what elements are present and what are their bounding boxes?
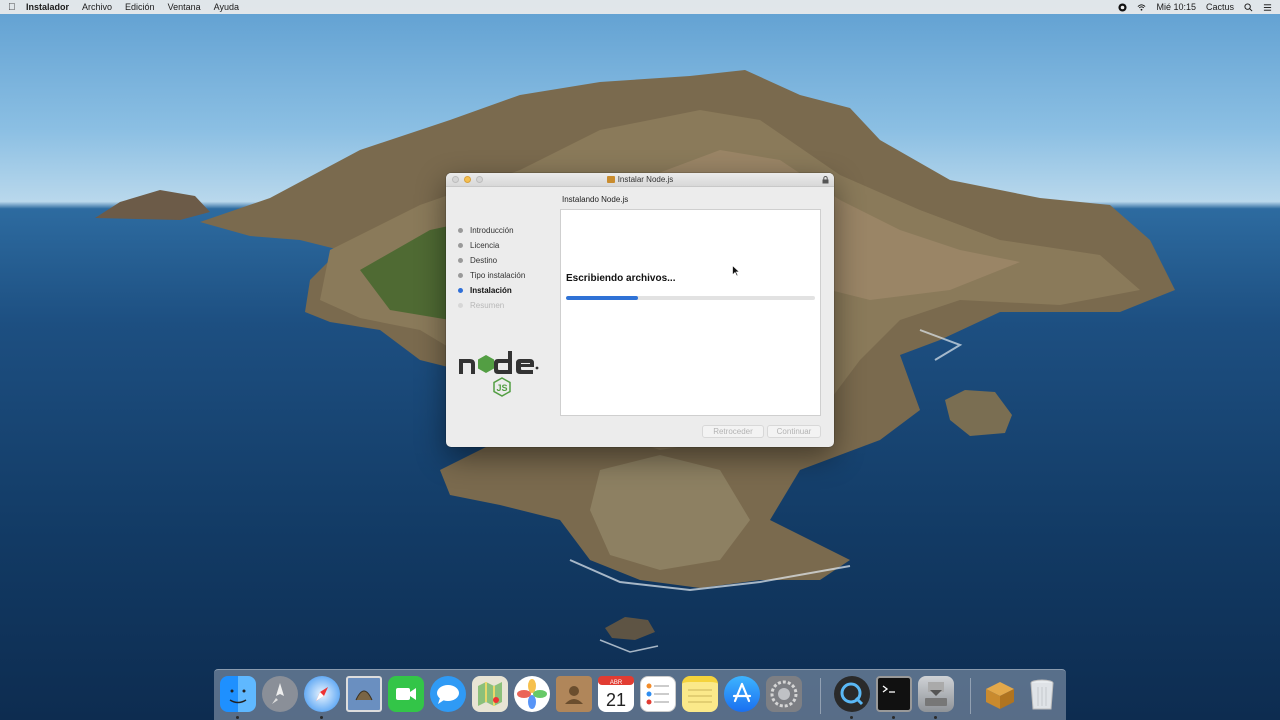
app-store-icon[interactable] — [724, 676, 760, 712]
running-indicator — [892, 716, 895, 719]
step-label: Resumen — [470, 301, 505, 310]
finder-icon[interactable] — [220, 676, 256, 712]
menu-ventana[interactable]: Ventana — [168, 2, 201, 12]
window-title: Instalar Node.js — [617, 175, 674, 184]
step-label: Licencia — [470, 241, 500, 250]
step-bullet-icon — [458, 243, 463, 248]
step-bullet-icon — [458, 258, 463, 263]
running-indicator — [320, 716, 323, 719]
mouse-pointer-icon — [732, 265, 740, 277]
steps-sidebar: Introducción Licencia Destino Tipo insta… — [458, 223, 525, 313]
step-bullet-icon — [458, 228, 463, 233]
step-bullet-icon — [458, 303, 463, 308]
menu-archivo[interactable]: Archivo — [82, 2, 112, 12]
install-progress-bar — [566, 296, 815, 300]
window-titlebar[interactable]: Instalar Node.js — [446, 173, 834, 187]
install-progress-fill — [566, 296, 639, 300]
contacts-icon[interactable] — [556, 676, 592, 712]
dock-separator — [970, 678, 971, 714]
minimize-button[interactable] — [464, 176, 471, 183]
facetime-icon[interactable] — [388, 676, 424, 712]
maximize-button[interactable] — [476, 176, 483, 183]
install-status-text: Escribiendo archivos... — [566, 273, 676, 284]
install-content-panel: Escribiendo archivos... — [560, 209, 821, 416]
safari-icon[interactable] — [304, 676, 340, 712]
close-button[interactable] — [452, 176, 459, 183]
dock: ABR 21 — [214, 669, 1066, 720]
menu-app-name[interactable]: Instalador — [26, 2, 69, 12]
step-licencia: Licencia — [458, 238, 525, 253]
system-preferences-icon[interactable] — [766, 676, 802, 712]
dock-separator — [820, 678, 821, 714]
calendar-month: ABR — [610, 680, 623, 686]
package-icon — [606, 176, 615, 183]
apple-menu-icon[interactable]:  — [8, 2, 26, 13]
terminal-icon[interactable] — [876, 676, 912, 712]
notes-icon[interactable] — [682, 676, 718, 712]
window-controls — [452, 176, 483, 183]
status-menus: Mié 10:15 Cactus — [1118, 2, 1272, 12]
step-label: Tipo instalación — [470, 271, 526, 280]
step-label: Instalación — [470, 286, 512, 295]
notification-center-icon[interactable] — [1263, 3, 1272, 12]
step-destino: Destino — [458, 253, 525, 268]
messages-icon[interactable] — [430, 676, 466, 712]
screen-record-icon[interactable] — [1118, 2, 1128, 12]
menu-clock[interactable]: Mié 10:15 — [1156, 2, 1196, 12]
menu-ayuda[interactable]: Ayuda — [214, 2, 239, 12]
running-indicator — [934, 716, 937, 719]
continue-button[interactable]: Continuar — [767, 425, 821, 438]
wifi-icon[interactable] — [1137, 3, 1146, 12]
back-button[interactable]: Retroceder — [702, 425, 764, 438]
step-bullet-icon — [458, 288, 463, 293]
photos-icon[interactable] — [514, 676, 550, 712]
page-subtitle: Instalando Node.js — [562, 195, 629, 204]
mail-icon[interactable] — [346, 676, 382, 712]
svg-text:JS: JS — [496, 383, 507, 393]
menu-user[interactable]: Cactus — [1206, 2, 1234, 12]
menu-bar:  Instalador Archivo Edición Ventana Ayu… — [0, 0, 1280, 14]
running-indicator — [850, 716, 853, 719]
trash-icon[interactable] — [1024, 676, 1060, 712]
nodejs-logo: JS — [459, 351, 539, 397]
running-indicator — [236, 716, 239, 719]
menu-edicion[interactable]: Edición — [125, 2, 155, 12]
step-instalacion: Instalación — [458, 283, 525, 298]
lock-icon[interactable] — [822, 176, 829, 184]
step-introduccion: Introducción — [458, 223, 525, 238]
installer-window: Instalar Node.js Instalando Node.js Intr… — [446, 173, 834, 447]
launchpad-icon[interactable] — [262, 676, 298, 712]
step-label: Destino — [470, 256, 498, 265]
step-bullet-icon — [458, 273, 463, 278]
reminders-icon[interactable] — [640, 676, 676, 712]
step-resumen: Resumen — [458, 298, 525, 313]
step-tipo-instalacion: Tipo instalación — [458, 268, 525, 283]
package-icon[interactable] — [982, 676, 1018, 712]
maps-icon[interactable] — [472, 676, 508, 712]
quicktime-icon[interactable] — [834, 676, 870, 712]
installer-disk-icon[interactable] — [918, 676, 954, 712]
spotlight-search-icon[interactable] — [1244, 2, 1253, 12]
calendar-day: 21 — [606, 690, 626, 710]
step-label: Introducción — [470, 226, 514, 235]
calendar-icon[interactable]: ABR 21 — [598, 676, 634, 712]
